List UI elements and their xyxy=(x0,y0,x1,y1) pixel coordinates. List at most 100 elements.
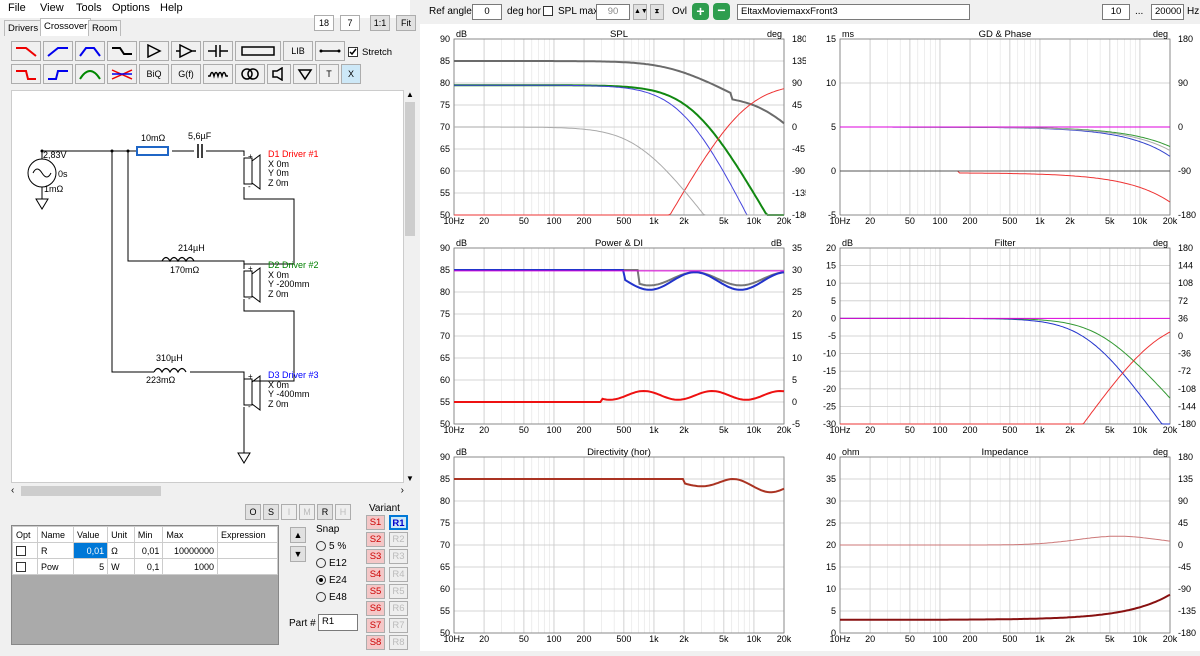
r-button[interactable]: R xyxy=(317,504,333,520)
variant-r-button[interactable]: R7 xyxy=(389,618,408,634)
part-input[interactable]: R1 xyxy=(318,614,358,631)
resistor-icon[interactable] xyxy=(235,41,281,61)
h-button[interactable]: H xyxy=(335,504,351,520)
schematic-canvas[interactable]: 2,83V 0s 1mΩ 10mΩ 5,6µF 214µH 170mΩ 310µ… xyxy=(11,90,404,483)
text-tool-button[interactable]: T xyxy=(319,64,339,84)
delete-tool-button[interactable]: X xyxy=(341,64,361,84)
amplifier-icon[interactable] xyxy=(139,41,169,61)
snap-option-e48[interactable]: E48 xyxy=(316,592,347,609)
snap-option-e24[interactable]: E24 xyxy=(316,575,347,592)
stretch-checkbox[interactable] xyxy=(348,47,358,57)
lowpass-red-tool-2[interactable] xyxy=(11,64,41,84)
tab-room[interactable]: Room xyxy=(88,20,122,36)
variant-r-button[interactable]: R2 xyxy=(389,532,408,548)
y2-tick-label: 36 xyxy=(1178,313,1188,323)
value-up-button[interactable]: ▲ xyxy=(290,527,306,543)
scroll-right-icon[interactable]: › xyxy=(401,485,404,496)
opt-checkbox[interactable] xyxy=(16,561,26,572)
variant-r-button[interactable]: R5 xyxy=(389,583,408,599)
inductor-icon[interactable] xyxy=(203,64,233,84)
variant-r-button[interactable]: R6 xyxy=(389,601,408,616)
variant-r-button[interactable]: R8 xyxy=(389,635,408,651)
menu-file[interactable]: File xyxy=(8,2,26,14)
zoom-fit-button[interactable]: Fit xyxy=(396,15,416,31)
tab-crossover[interactable]: Crossover xyxy=(40,18,92,36)
horizontal-scroll-thumb[interactable] xyxy=(21,486,161,496)
param-value[interactable]: 5 xyxy=(73,558,109,575)
capacitor-icon[interactable] xyxy=(203,41,233,61)
transfer-function-button[interactable]: G(f) xyxy=(171,64,201,84)
table-row[interactable]: Pow 5 W 0,1 1000 xyxy=(12,558,278,575)
schematic-vertical-scrollbar[interactable]: ▲ ▼ xyxy=(404,90,416,483)
bandpass-blue-tool[interactable] xyxy=(75,41,105,61)
i-button[interactable]: I xyxy=(281,504,297,520)
param-expression[interactable] xyxy=(217,542,278,559)
tab-drivers[interactable]: Drivers xyxy=(4,20,43,36)
variant-s-button[interactable]: S2 xyxy=(366,532,385,548)
library-button[interactable]: LIB xyxy=(283,41,313,61)
grid-y-field[interactable]: 7 xyxy=(340,15,360,31)
shelf-tool[interactable] xyxy=(107,41,137,61)
variant-r-button[interactable]: R1 xyxy=(389,515,408,530)
zoom-1to1-button[interactable]: 1:1 xyxy=(370,15,390,31)
value-down-button[interactable]: ▼ xyxy=(290,546,306,562)
menu-tools[interactable]: Tools xyxy=(76,2,102,14)
graphs-svg[interactable]: 90858075706560555018013590450-45-90-135-… xyxy=(420,24,1200,653)
snap-option-5pct[interactable]: 5 % xyxy=(316,541,347,558)
grid-x-field[interactable]: 18 xyxy=(314,15,334,31)
param-max[interactable]: 1000 xyxy=(162,558,219,575)
param-min[interactable]: 0,1 xyxy=(133,558,164,575)
transformer-icon[interactable] xyxy=(235,64,265,84)
speaker-icon[interactable] xyxy=(267,64,291,84)
freq-min-input[interactable]: 10 xyxy=(1102,4,1130,20)
wire-icon[interactable] xyxy=(315,41,345,61)
spl-max-checkbox[interactable] xyxy=(543,6,553,16)
variant-r-button[interactable]: R3 xyxy=(389,549,408,565)
variant-s-button[interactable]: S3 xyxy=(366,549,385,565)
vertical-scroll-thumb[interactable] xyxy=(405,102,415,236)
opt-checkbox[interactable] xyxy=(16,545,26,556)
o-button[interactable]: O xyxy=(245,504,261,520)
c1-label: 5,6µF xyxy=(188,131,212,141)
variant-s-button[interactable]: S4 xyxy=(366,566,385,582)
biquad-button[interactable]: BiQ xyxy=(139,64,169,84)
ground-icon[interactable] xyxy=(293,64,317,84)
schematic-horizontal-scrollbar[interactable]: ‹ › xyxy=(11,485,404,497)
y-tick-label: 75 xyxy=(440,100,450,110)
buffer-icon[interactable] xyxy=(171,41,201,61)
param-min[interactable]: 0,01 xyxy=(133,542,164,559)
m-button[interactable]: M xyxy=(299,504,315,520)
lowpass-red-tool[interactable] xyxy=(11,41,41,61)
y-tick-label: 10 xyxy=(826,278,836,288)
spl-max-input[interactable]: 90 xyxy=(596,4,630,20)
snap-option-e12[interactable]: E12 xyxy=(316,558,347,575)
scroll-left-icon[interactable]: ‹ xyxy=(11,485,14,496)
collapse-button[interactable]: ⧗ xyxy=(650,4,664,20)
scroll-up-icon[interactable]: ▲ xyxy=(406,90,414,99)
menu-view[interactable]: View xyxy=(40,2,64,14)
freq-max-input[interactable]: 20000 xyxy=(1151,4,1184,20)
ref-angle-input[interactable]: 0 xyxy=(472,4,502,20)
remove-overlay-button[interactable]: − xyxy=(713,3,730,20)
bandpass-green-tool[interactable] xyxy=(75,64,105,84)
variant-s-button[interactable]: S8 xyxy=(366,635,385,651)
variant-s-button[interactable]: S6 xyxy=(366,601,385,616)
param-value[interactable]: 0,01 xyxy=(73,542,109,559)
variant-s-button[interactable]: S7 xyxy=(366,618,385,634)
s-button[interactable]: S xyxy=(263,504,279,520)
spl-max-spinner[interactable]: ▲▼ xyxy=(633,4,648,20)
menu-options[interactable]: Options xyxy=(112,2,150,14)
menu-help[interactable]: Help xyxy=(160,2,183,14)
variant-r-button[interactable]: R4 xyxy=(389,566,408,582)
table-row[interactable]: R 0,01 Ω 0,01 10000000 xyxy=(12,542,278,559)
notch-tool[interactable] xyxy=(107,64,137,84)
highpass-blue-tool[interactable] xyxy=(43,41,73,61)
scroll-down-icon[interactable]: ▼ xyxy=(406,474,414,483)
project-name-field[interactable]: EltaxMoviemaxxFront3 xyxy=(737,4,970,20)
param-expression[interactable] xyxy=(217,558,278,575)
highpass-blue-tool-2[interactable] xyxy=(43,64,73,84)
param-max[interactable]: 10000000 xyxy=(162,542,219,559)
variant-s-button[interactable]: S5 xyxy=(366,583,385,599)
variant-s-button[interactable]: S1 xyxy=(366,515,385,530)
add-overlay-button[interactable]: + xyxy=(692,3,709,20)
